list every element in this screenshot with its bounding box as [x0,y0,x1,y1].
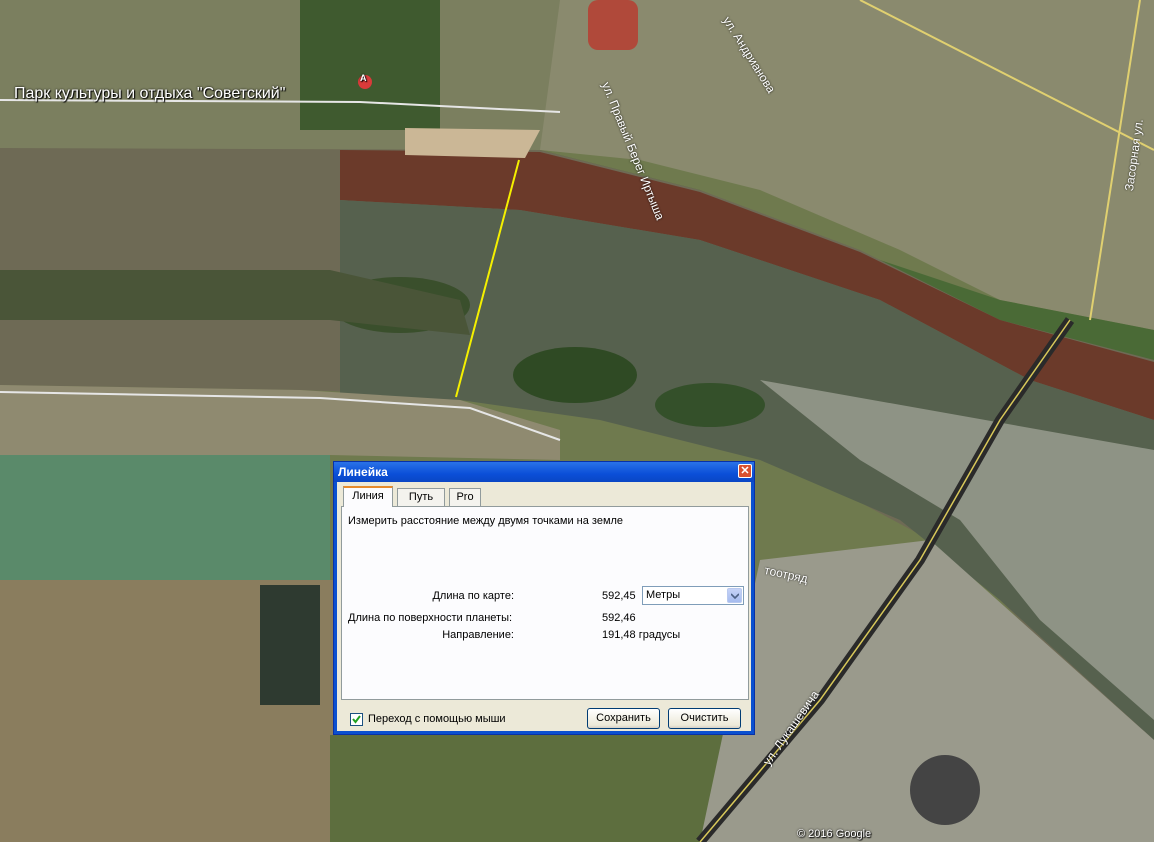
place-label[interactable]: Парк культуры и отдыха "Советский" [14,85,285,103]
tab-path[interactable]: Путь [397,488,445,506]
save-button[interactable]: Сохранить [587,708,660,729]
marker-letter: A [360,73,367,83]
dialog-title-bar[interactable]: Линейка ✕ [334,462,754,482]
surface-length-label: Длина по поверхности планеты: [348,612,513,624]
heading-label: Направление: [442,629,514,641]
dialog-client: Линия Путь Pro Измерить расстояние между… [337,482,751,731]
surface-length-value: 592,46 [602,612,636,624]
tab-panel: Измерить расстояние между двумя точками … [341,506,749,700]
copyright-text: © 2016 Google [797,828,872,840]
mouse-nav-label[interactable]: Переход с помощью мыши [368,713,506,725]
dialog-title: Линейка [338,465,388,479]
mouse-nav-checkbox[interactable] [350,713,363,726]
ruler-dialog[interactable]: Линейка ✕ Линия Путь Pro Измерить рассто… [333,461,755,735]
tab-pro[interactable]: Pro [449,488,481,506]
heading-value: 191,48 градусы [602,629,681,641]
chevron-down-icon[interactable] [727,588,742,603]
tab-line[interactable]: Линия [343,486,393,507]
unit-select-value: Метры [646,589,681,601]
map-length-label: Длина по карте: [432,590,514,602]
close-icon[interactable]: ✕ [738,464,752,478]
clear-button[interactable]: Очистить [668,708,741,729]
map-length-value: 592,45 [602,590,636,602]
unit-select[interactable]: Метры [642,586,744,605]
instruction-text: Измерить расстояние между двумя точками … [348,515,624,527]
